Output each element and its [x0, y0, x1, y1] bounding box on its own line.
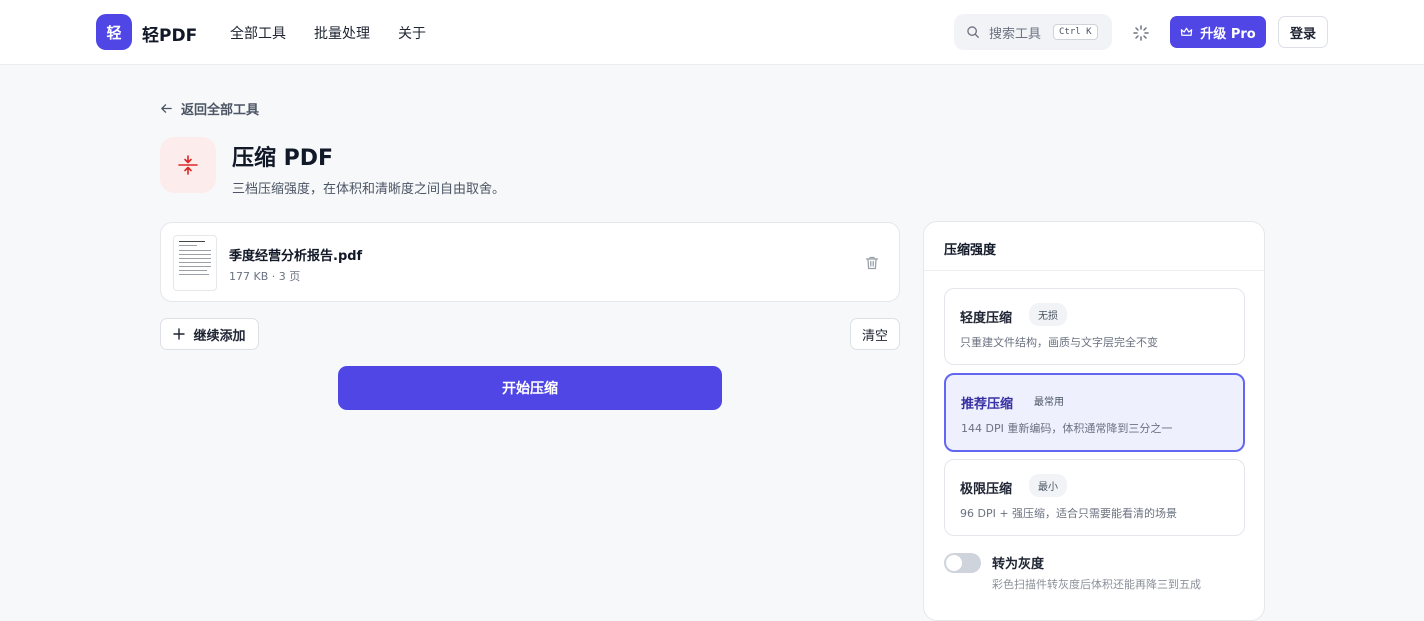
search-placeholder: 搜索工具 [989, 26, 1042, 42]
option-desc: 144 DPI 重新编码，体积通常降到三分之一 [961, 422, 1173, 435]
logo-badge[interactable]: 轻 [96, 14, 132, 50]
toggle-knob [946, 555, 962, 571]
main-nav: 全部工具 批量处理 关于 [230, 23, 454, 43]
option-desc: 只重建文件结构，画质与文字层完全不变 [960, 336, 1158, 349]
trash-icon[interactable] [864, 255, 880, 271]
option-tag: 无损 [1029, 303, 1067, 326]
option-name: 推荐压缩 [961, 397, 1014, 412]
login-button[interactable]: 登录 [1278, 16, 1328, 48]
theme-toggle-button[interactable] [1128, 20, 1154, 46]
option-tag: 最常用 [1034, 397, 1064, 408]
file-card: 季度经营分析报告.pdf 177 KB · 3 页 [160, 222, 900, 302]
tool-icon-tile [160, 137, 216, 193]
grayscale-toggle[interactable] [944, 553, 981, 573]
upgrade-pro-button[interactable]: 升级 Pro [1170, 16, 1266, 48]
option-extreme[interactable]: 极限压缩 最小 96 DPI + 强压缩，适合只需要能看清的场景 [944, 459, 1245, 536]
panel-divider [924, 270, 1264, 271]
option-desc: 96 DPI + 强压缩，适合只需要能看清的场景 [960, 507, 1178, 520]
back-label: 返回全部工具 [181, 103, 260, 118]
arrow-left-icon [161, 104, 172, 113]
option-recommended[interactable]: 推荐压缩 最常用 144 DPI 重新编码，体积通常降到三分之一 [944, 373, 1245, 452]
nav-all-tools[interactable]: 全部工具 [230, 23, 286, 43]
shortcut-badge: Ctrl K [1053, 24, 1098, 40]
grayscale-label: 转为灰度 [992, 557, 1045, 572]
search-icon [967, 26, 979, 38]
compression-settings-panel: 压缩强度 轻度压缩 无损 只重建文件结构，画质与文字层完全不变 推荐压缩 最常用… [923, 221, 1265, 621]
grayscale-desc: 彩色扫描件转灰度后体积还能再降三到五成 [992, 578, 1201, 591]
file-meta: 177 KB · 3 页 [229, 270, 301, 283]
page-subtitle: 三档压缩强度，在体积和清晰度之间自由取舍。 [232, 182, 506, 197]
option-name: 轻度压缩 [960, 311, 1013, 326]
page-title: 压缩 PDF [232, 146, 334, 171]
search-box[interactable]: 搜索工具 Ctrl K [954, 14, 1112, 50]
nav-about[interactable]: 关于 [398, 23, 426, 43]
upgrade-label: 升级 Pro [1200, 26, 1256, 42]
panel-title: 压缩强度 [944, 243, 997, 258]
compress-icon [178, 155, 198, 175]
clear-button[interactable]: 清空 [850, 318, 900, 350]
crown-icon [1181, 27, 1193, 36]
add-more-label: 继续添加 [193, 328, 246, 344]
option-tag: 最小 [1029, 474, 1067, 497]
app-name[interactable]: 轻PDF [142, 21, 197, 46]
loader-icon [1133, 25, 1149, 41]
file-name: 季度经营分析报告.pdf [229, 249, 363, 264]
back-link[interactable]: 返回全部工具 [160, 99, 259, 118]
option-light[interactable]: 轻度压缩 无损 只重建文件结构，画质与文字层完全不变 [944, 288, 1245, 365]
top-header: 轻 轻PDF 全部工具 批量处理 关于 搜索工具 Ctrl K 升级 Pro 登… [0, 0, 1424, 65]
option-name: 极限压缩 [960, 482, 1013, 497]
nav-batch[interactable]: 批量处理 [314, 23, 370, 43]
file-thumbnail [173, 235, 217, 291]
plus-icon [173, 328, 186, 340]
add-more-button[interactable]: 继续添加 [160, 318, 259, 350]
start-compress-button[interactable]: 开始压缩 [338, 366, 722, 410]
